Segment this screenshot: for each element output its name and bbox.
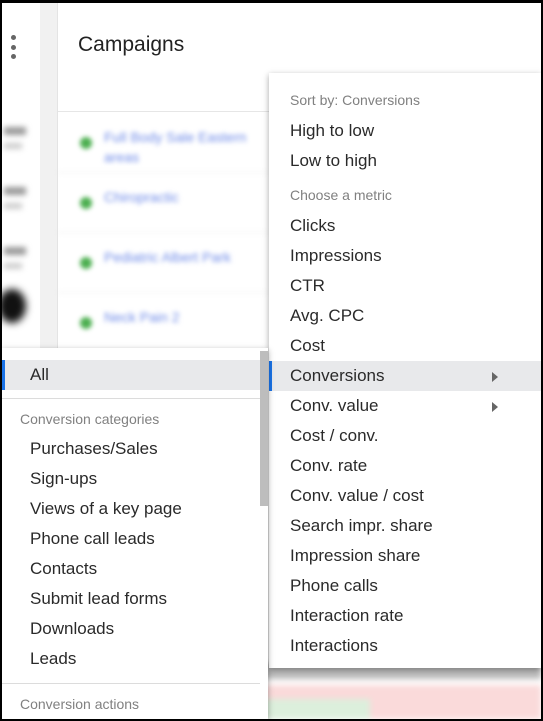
metric-impressions[interactable]: Impressions	[269, 241, 541, 271]
metric-label: Phone calls	[290, 576, 378, 595]
submenu-divider	[2, 683, 260, 684]
metric-impression-share[interactable]: Impression share	[269, 541, 541, 571]
metric-interaction-rate[interactable]: Interaction rate	[269, 601, 541, 631]
category-leads[interactable]: Leads	[2, 644, 260, 674]
metric-conversions[interactable]: Conversions	[269, 361, 541, 391]
conversions-submenu: All Conversion categories Purchases/Sale…	[2, 348, 268, 719]
metric-label: Impression share	[290, 546, 421, 565]
sort-menu: Sort by: Conversions High to low Low to …	[269, 73, 541, 668]
metric-search-impr-share[interactable]: Search impr. share	[269, 511, 541, 541]
metric-label: Interaction rate	[290, 606, 404, 625]
metric-label: Cost	[290, 336, 325, 355]
sort-high-to-low[interactable]: High to low	[269, 116, 541, 146]
category-views-key-page[interactable]: Views of a key page	[2, 494, 260, 524]
conversion-actions-header: Conversion actions	[20, 696, 140, 712]
metric-ctr[interactable]: CTR	[269, 271, 541, 301]
blurred-value	[2, 181, 30, 221]
metric-phone-calls[interactable]: Phone calls	[269, 571, 541, 601]
blurred-value	[2, 241, 30, 281]
metric-label: Conv. value / cost	[290, 486, 424, 505]
metric-header: Choose a metric	[290, 187, 392, 203]
submenu-arrow-icon	[492, 402, 498, 412]
submenu-scrollbar-thumb[interactable]	[260, 351, 268, 506]
status-dot-icon	[80, 257, 92, 269]
blurred-value	[2, 121, 30, 161]
metric-cost-per-conv[interactable]: Cost / conv.	[269, 421, 541, 451]
metric-label: Clicks	[290, 216, 336, 235]
metric-label: Search impr. share	[290, 516, 433, 535]
metric-avg-cpc[interactable]: Avg. CPC	[269, 301, 541, 331]
app-window: Campaigns Full Body Sale Eastern areas C…	[2, 3, 541, 719]
sort-low-to-high[interactable]: Low to high	[269, 146, 541, 176]
status-dot-icon	[80, 137, 92, 149]
status-dot-icon	[80, 197, 92, 209]
submenu-all[interactable]: All	[2, 360, 260, 390]
campaign-name[interactable]: Pediatric Albert Park	[104, 247, 254, 267]
category-phone-call-leads[interactable]: Phone call leads	[2, 524, 260, 554]
category-sign-ups[interactable]: Sign-ups	[2, 464, 260, 494]
submenu-divider	[2, 398, 260, 399]
blurred-background-content	[260, 663, 541, 719]
sort-header: Sort by: Conversions	[290, 92, 420, 108]
campaign-name[interactable]: Neck Pain 2	[104, 307, 254, 327]
metric-conv-value-per-cost[interactable]: Conv. value / cost	[269, 481, 541, 511]
metric-conv-value[interactable]: Conv. value	[269, 391, 541, 421]
metric-clicks[interactable]: Clicks	[269, 211, 541, 241]
metric-label: Conv. rate	[290, 456, 368, 475]
metric-label: Interactions	[290, 636, 378, 655]
metric-label: Cost / conv.	[290, 426, 379, 445]
conversion-categories-header: Conversion categories	[20, 411, 160, 427]
category-downloads[interactable]: Downloads	[2, 614, 260, 644]
submenu-arrow-icon	[492, 372, 498, 382]
metric-label: CTR	[290, 276, 325, 295]
category-contacts[interactable]: Contacts	[2, 554, 260, 584]
metric-label: Conv. value	[290, 396, 379, 415]
category-purchases-sales[interactable]: Purchases/Sales	[2, 434, 260, 464]
more-vert-icon[interactable]	[9, 35, 17, 59]
campaign-name[interactable]: Full Body Sale Eastern areas	[104, 127, 254, 167]
metric-label: Avg. CPC	[290, 306, 365, 325]
metric-interactions[interactable]: Interactions	[269, 631, 541, 661]
metric-label: Conversions	[290, 366, 385, 385]
metric-conv-rate[interactable]: Conv. rate	[269, 451, 541, 481]
campaign-name[interactable]: Chiropractic	[104, 187, 254, 207]
metric-cost[interactable]: Cost	[269, 331, 541, 361]
page-title: Campaigns	[78, 33, 185, 56]
category-submit-lead-forms[interactable]: Submit lead forms	[2, 584, 260, 614]
status-dot-icon	[80, 317, 92, 329]
metric-label: Impressions	[290, 246, 382, 265]
